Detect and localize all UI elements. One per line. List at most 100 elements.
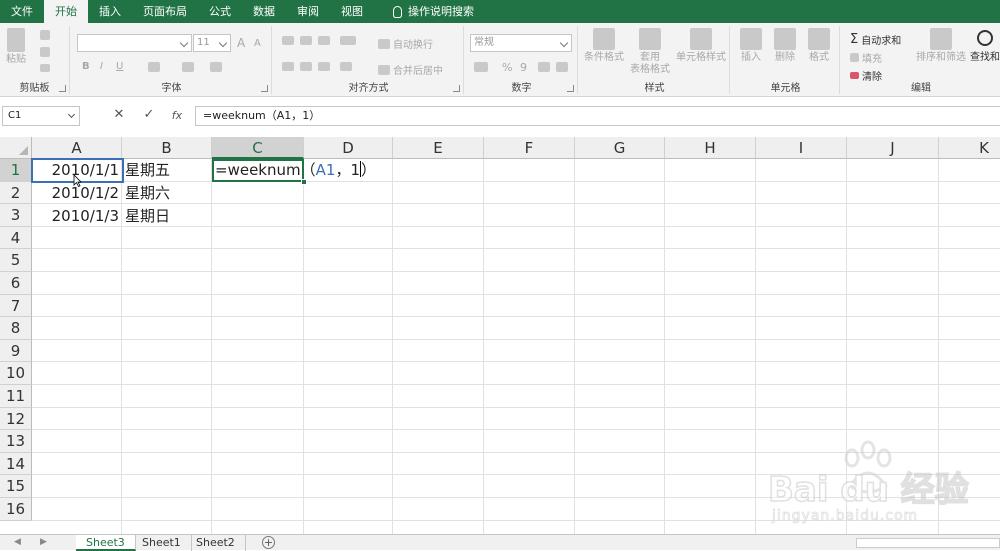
row-header-12[interactable]: 12 [0, 408, 32, 430]
row-header-2[interactable]: 2 [0, 182, 32, 204]
decrease-decimal-icon[interactable] [556, 62, 568, 72]
increase-decimal-icon[interactable] [538, 62, 550, 72]
column-header-i[interactable]: I [756, 137, 847, 159]
paste-icon [7, 28, 25, 52]
column-header-h[interactable]: H [665, 137, 756, 159]
font-size-select[interactable]: 11 [193, 34, 231, 52]
column-header-j[interactable]: J [847, 137, 939, 159]
next-sheet-icon[interactable]: ▶ [40, 537, 47, 547]
tab-file[interactable]: 文件 [0, 0, 44, 23]
column-header-b[interactable]: B [122, 137, 212, 159]
row-header-15[interactable]: 15 [0, 475, 32, 498]
grow-font-button[interactable]: A [237, 36, 245, 50]
launcher-icon[interactable] [453, 85, 460, 92]
launcher-icon[interactable] [567, 85, 574, 92]
copy-icon[interactable] [40, 47, 50, 57]
tab-home[interactable]: 开始 [44, 0, 88, 23]
align-middle-icon[interactable] [300, 36, 312, 45]
column-header-f[interactable]: F [484, 137, 575, 159]
column-header-e[interactable]: E [393, 137, 484, 159]
paste-button[interactable]: 粘贴 [6, 28, 26, 66]
number-format-select[interactable]: 常规 [470, 34, 572, 52]
horizontal-scrollbar[interactable] [856, 538, 1000, 548]
bold-button[interactable]: B [82, 61, 90, 72]
row-header-8[interactable]: 8 [0, 317, 32, 340]
tab-insert[interactable]: 插入 [88, 0, 132, 23]
autosum-button[interactable]: Σ 自动求和 [850, 32, 901, 47]
font-name-select[interactable] [77, 34, 192, 52]
row-header-9[interactable]: 9 [0, 340, 32, 362]
row-header-13[interactable]: 13 [0, 430, 32, 453]
italic-button[interactable]: I [100, 61, 103, 72]
tab-review[interactable]: 审阅 [286, 0, 330, 23]
row-header-6[interactable]: 6 [0, 272, 32, 295]
insert-function-icon[interactable]: fx [166, 109, 188, 122]
row-header-3[interactable]: 3 [0, 204, 32, 227]
launcher-icon[interactable] [59, 85, 66, 92]
conditional-format-button[interactable]: 条件格式 [584, 28, 624, 64]
align-right-icon[interactable] [318, 62, 330, 71]
column-header-c[interactable]: C [212, 137, 304, 159]
align-center-icon[interactable] [300, 62, 312, 71]
fill-color-icon[interactable] [182, 62, 194, 72]
column-header-g[interactable]: G [575, 137, 665, 159]
prev-sheet-icon[interactable]: ◀ [14, 537, 21, 547]
format-painter-icon[interactable] [40, 64, 50, 72]
cell-a3[interactable]: 2010/1/3 [32, 205, 122, 227]
cancel-icon[interactable]: ✕ [108, 107, 130, 122]
row-header-4[interactable]: 4 [0, 227, 32, 249]
column-header-d[interactable]: D [304, 137, 393, 159]
row-header-11[interactable]: 11 [0, 385, 32, 408]
row-header-16[interactable]: 16 [0, 498, 32, 521]
formula-input[interactable]: =weeknum（A1，1） [195, 106, 1000, 126]
cell-b3[interactable]: 星期日 [122, 205, 212, 227]
column-header-k[interactable]: K [939, 137, 1000, 159]
format-as-table-button[interactable]: 套用 表格格式 [630, 28, 670, 76]
enter-icon[interactable]: ✓ [138, 107, 160, 122]
comma-button[interactable]: 9 [520, 61, 527, 74]
merge-center-button[interactable]: 合并后居中 [378, 62, 443, 77]
align-bottom-icon[interactable] [318, 36, 330, 45]
font-color-icon[interactable] [210, 62, 222, 72]
currency-icon[interactable] [474, 62, 488, 72]
tell-me-search[interactable]: 操作说明搜索 [382, 0, 485, 23]
name-box[interactable]: C1 [2, 106, 80, 126]
fill-button[interactable]: 填充 [850, 50, 882, 65]
column-header-a[interactable]: A [32, 137, 122, 159]
row-header-5[interactable]: 5 [0, 249, 32, 272]
add-sheet-button[interactable]: + [262, 536, 275, 549]
align-left-icon[interactable] [282, 62, 294, 71]
cell-styles-icon [690, 28, 712, 50]
orientation-icon[interactable] [340, 36, 356, 45]
select-all-corner[interactable] [0, 137, 32, 159]
cell-b1[interactable]: 星期五 [122, 159, 212, 181]
delete-cells-button[interactable]: 删除 [774, 28, 796, 64]
launcher-icon[interactable] [261, 85, 268, 92]
indent-icon[interactable] [340, 62, 352, 71]
cell-b2[interactable]: 星期六 [122, 182, 212, 204]
row-header-7[interactable]: 7 [0, 295, 32, 317]
row-header-14[interactable]: 14 [0, 453, 32, 475]
align-top-icon[interactable] [282, 36, 294, 45]
format-cells-button[interactable]: 格式 [808, 28, 830, 64]
tab-data[interactable]: 数据 [242, 0, 286, 23]
row-header-10[interactable]: 10 [0, 362, 32, 385]
wrap-text-button[interactable]: 自动换行 [378, 36, 433, 51]
sheet-tab-sheet3[interactable]: Sheet3 [76, 535, 136, 551]
row-header-1[interactable]: 1 [0, 159, 32, 182]
cell-c1-editor[interactable]: =weeknum（A1，1） [215, 159, 376, 182]
sheet-tab-sheet1[interactable]: Sheet1 [132, 535, 192, 551]
shrink-font-button[interactable]: A [254, 38, 261, 49]
tab-formulas[interactable]: 公式 [198, 0, 242, 23]
underline-button[interactable]: U [116, 61, 123, 72]
cell-styles-button[interactable]: 单元格样式 [676, 28, 726, 64]
border-icon[interactable] [148, 62, 160, 72]
sheet-tab-sheet2[interactable]: Sheet2 [186, 535, 246, 551]
sort-filter-button[interactable]: 排序和筛选 [916, 28, 966, 64]
find-select-button[interactable]: 查找和 [970, 28, 1000, 64]
insert-cells-button[interactable]: 插入 [740, 28, 762, 64]
tab-page-layout[interactable]: 页面布局 [132, 0, 198, 23]
tab-view[interactable]: 视图 [330, 0, 374, 23]
percent-button[interactable]: % [502, 61, 512, 74]
cut-icon[interactable] [40, 30, 50, 40]
